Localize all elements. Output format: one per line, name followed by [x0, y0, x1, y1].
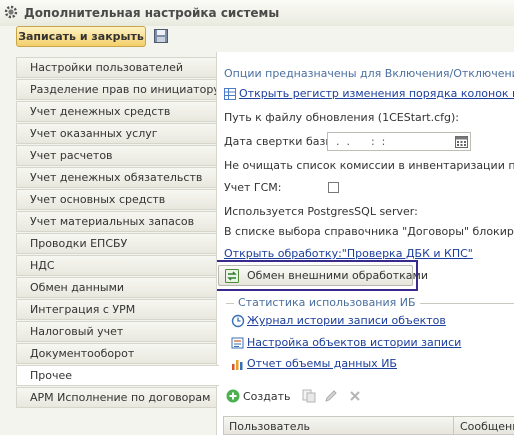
- sidebar-item-tax[interactable]: Налоговый учет: [16, 321, 216, 342]
- edit-icon[interactable]: [324, 389, 338, 403]
- sidebar-item-vat[interactable]: НДС: [16, 255, 216, 276]
- data-volume-report-link[interactable]: Отчет объемы данных ИБ: [247, 357, 397, 370]
- history-journal-link[interactable]: Журнал истории записи объектов: [247, 314, 446, 327]
- create-label: Создать: [243, 390, 291, 403]
- delete-icon[interactable]: [348, 389, 362, 403]
- collapse-date-label: Дата свертки базы:: [224, 135, 338, 148]
- sidebar: Настройки пользователей Разделение прав …: [0, 52, 219, 435]
- add-icon: [226, 389, 240, 403]
- sidebar-item-urm[interactable]: Интеграция с УРМ: [16, 299, 216, 320]
- window-title: Дополнительная настройка системы: [24, 6, 280, 20]
- sidebar-item-other[interactable]: Прочее: [16, 365, 219, 386]
- save-icon[interactable]: [154, 29, 168, 43]
- column-separator: [453, 417, 454, 435]
- sidebar-item-cash[interactable]: Учет денежных средств: [16, 101, 216, 122]
- commission-text: Не очищать список комиссии в инвентариза…: [224, 159, 514, 172]
- register-link[interactable]: Открыть регистр изменения порядка колоно…: [239, 87, 514, 100]
- sidebar-item-fixed-assets[interactable]: Учет основных средств: [16, 189, 216, 210]
- gsm-label: Учет ГСМ:: [224, 181, 282, 194]
- sidebar-item-inventory[interactable]: Учет материальных запасов: [16, 211, 216, 232]
- exchange-processings-button[interactable]: Обмен внешними обработками: [218, 265, 428, 286]
- table-icon: [224, 88, 236, 100]
- settings-icon: [231, 337, 244, 349]
- table-header: Пользователь Сообщение: [223, 416, 514, 435]
- highlight-frame: Обмен внешними обработками: [217, 260, 428, 291]
- gsm-checkbox[interactable]: [328, 182, 339, 193]
- sidebar-item-contracts[interactable]: АРМ Исполнение по договорам: [16, 387, 216, 408]
- column-user[interactable]: Пользователь: [229, 420, 310, 433]
- copy-icon[interactable]: [302, 389, 316, 403]
- stats-group: Статистика использования ИБ Журнал истор…: [226, 296, 514, 376]
- sidebar-item-documents[interactable]: Документооборот: [16, 343, 216, 364]
- column-message[interactable]: Сообщение: [460, 420, 514, 433]
- exchange-button-label: Обмен внешними обработками: [247, 269, 428, 282]
- gear-icon: [4, 5, 18, 19]
- toolbar: Записать и закрыть: [0, 26, 514, 52]
- calendar-icon[interactable]: [455, 135, 468, 148]
- history-settings-link[interactable]: Настройка объектов истории записи: [247, 336, 461, 349]
- sidebar-item-data-exchange[interactable]: Обмен данными: [16, 277, 216, 298]
- collapse-date-field[interactable]: . . : :: [327, 132, 471, 151]
- postgres-text: Используется PostgresSQL server:: [224, 205, 418, 218]
- contracts-text: В списке выбора справочника "Договоры" б…: [224, 225, 514, 238]
- main-panel: Опции предназначены для Включения/Отключ…: [216, 52, 514, 435]
- stats-group-title: Статистика использования ИБ: [234, 296, 420, 309]
- exchange-icon: [225, 269, 239, 283]
- options-description: Опции предназначены для Включения/Отключ…: [224, 67, 514, 80]
- sidebar-item-services[interactable]: Учет оказанных услуг: [16, 123, 216, 144]
- command-bar: Создать: [217, 386, 514, 408]
- sidebar-item-rights[interactable]: Разделение прав по инициатору: [16, 79, 216, 100]
- report-icon: [232, 360, 243, 370]
- sidebar-item-epsbu[interactable]: Проводки ЕПСБУ: [16, 233, 216, 254]
- save-and-close-button[interactable]: Записать и закрыть: [16, 26, 146, 47]
- history-icon: [231, 314, 245, 328]
- dbk-check-link[interactable]: Открыть обработку:"Проверка ДБК и КПС": [224, 247, 473, 260]
- sidebar-item-settlements[interactable]: Учет расчетов: [16, 145, 216, 166]
- sidebar-item-users[interactable]: Настройки пользователей: [16, 57, 216, 78]
- title-bar: Дополнительная настройка системы: [0, 0, 514, 27]
- collapse-date-value: . . : :: [336, 135, 386, 148]
- update-file-label: Путь к файлу обновления (1CEStart.cfg):: [224, 111, 460, 124]
- sidebar-item-obligations[interactable]: Учет денежных обязательств: [16, 167, 216, 188]
